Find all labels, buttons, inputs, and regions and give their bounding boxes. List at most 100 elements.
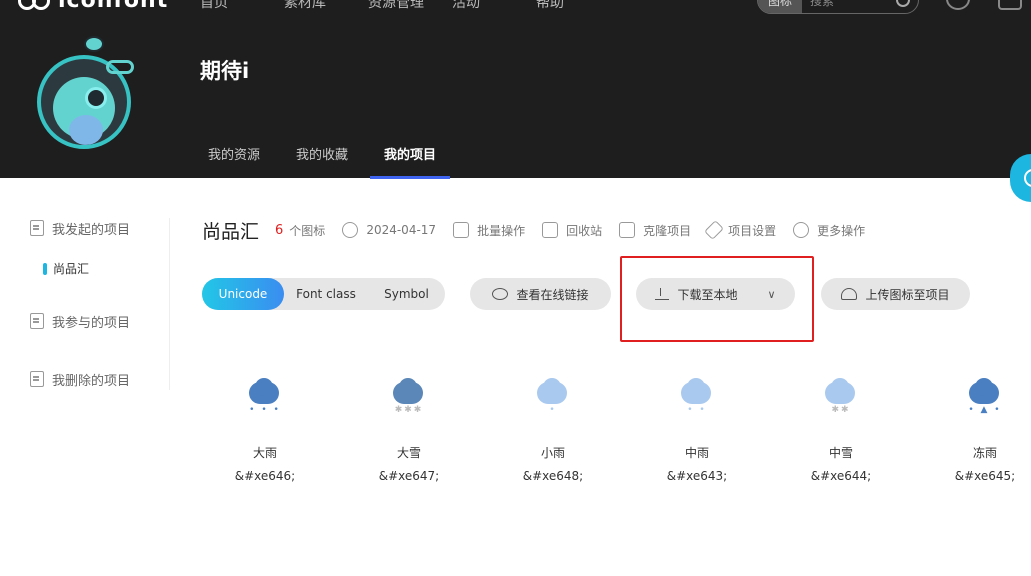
icon-name: 中雪 xyxy=(828,446,853,460)
icon-name: 中雨 xyxy=(684,446,709,460)
icon-code: &#xe644; xyxy=(810,469,872,483)
download-highlight-box xyxy=(620,256,814,342)
icon-count: 6 xyxy=(275,222,284,238)
cloud-shape xyxy=(543,378,561,396)
project-title: 尚品汇 xyxy=(202,220,260,243)
heavy-snow-icon: ✱✱✱ xyxy=(391,376,427,415)
mode-font-class[interactable]: Font class xyxy=(284,278,368,310)
mode-unicode[interactable]: Unicode xyxy=(202,278,284,310)
more-actions-button[interactable]: 更多操作 xyxy=(793,222,865,239)
mode-symbol[interactable]: Symbol xyxy=(368,278,445,310)
avatar-antenna xyxy=(84,36,140,78)
project-date: 2024-04-17 xyxy=(342,222,436,238)
cloud-shape xyxy=(399,378,417,396)
username: 期待i xyxy=(200,59,250,83)
batch-action-label: 批量操作 xyxy=(477,223,526,238)
sidebar-item-label: 我发起的项目 xyxy=(52,222,131,238)
avatar-antenna-loop xyxy=(106,60,134,74)
icon-card[interactable]: ✱✱ 中雪 &#xe644; xyxy=(776,376,906,483)
search-input[interactable]: 搜索 xyxy=(802,0,896,9)
nav-item-resources[interactable]: 资源管理 xyxy=(368,0,452,12)
grid-icon xyxy=(453,222,470,238)
brand-logo[interactable]: iconfont xyxy=(18,0,169,13)
edit-icon xyxy=(704,220,725,240)
sidebar-item-deleted[interactable]: 我删除的项目 xyxy=(30,369,130,389)
avatar-belly xyxy=(69,115,103,145)
icon-code: &#xe645; xyxy=(954,469,1016,483)
logo-text: iconfont xyxy=(58,0,169,13)
nav-item-home[interactable]: 首页 xyxy=(200,0,284,12)
document-icon xyxy=(30,371,44,387)
icon-code: &#xe646; xyxy=(234,469,296,483)
sidebar-subitem-project[interactable]: 尚品汇 xyxy=(43,260,89,277)
moderate-snow-icon: ✱✱ xyxy=(823,376,859,415)
view-online-link-button[interactable]: 查看在线链接 xyxy=(470,278,611,310)
cloud-shape xyxy=(831,378,849,396)
tab-my-resources[interactable]: 我的资源 xyxy=(200,138,268,177)
nav-item-events[interactable]: 活动 xyxy=(452,0,536,12)
icon-name: 大雨 xyxy=(252,446,277,460)
icon-count-label: 个图标 xyxy=(289,223,326,238)
upload-icons-button[interactable]: 上传图标至项目 xyxy=(821,278,970,310)
avatar-antenna-head xyxy=(84,36,104,52)
document-icon xyxy=(30,313,44,329)
icon-card[interactable]: • ▲ • 冻雨 &#xe645; xyxy=(920,376,1031,483)
search-icon[interactable] xyxy=(896,0,910,7)
recycle-bin-button[interactable]: 回收站 xyxy=(542,222,602,239)
precip-marks: • • • xyxy=(249,405,281,415)
search-scope-select[interactable]: 图标 xyxy=(758,0,803,13)
precip-marks: • ▲ • xyxy=(968,405,1002,415)
precip-marks: ✱✱ xyxy=(831,405,851,415)
trash-icon xyxy=(542,222,559,238)
precip-marks: • xyxy=(549,405,557,415)
project-date-text: 2024-04-17 xyxy=(366,223,437,237)
sidebar-item-label: 我参与的项目 xyxy=(52,315,131,331)
upload-cloud-icon[interactable] xyxy=(946,0,970,10)
logo-mark-icon xyxy=(18,0,56,10)
avatar-eye xyxy=(85,87,107,109)
icon-name: 小雨 xyxy=(540,446,565,460)
code-mode-toggle: Unicode Font class Symbol xyxy=(202,278,445,310)
sidebar-item-participated[interactable]: 我参与的项目 xyxy=(30,311,130,331)
clock-icon xyxy=(342,222,359,238)
icon-code: &#xe648; xyxy=(522,469,584,483)
profile-header: iconfont 首页 素材库 资源管理 活动 帮助 图标 搜索 期待i 我的资… xyxy=(0,0,1031,179)
project-settings-label: 项目设置 xyxy=(728,223,777,238)
tab-my-favorites[interactable]: 我的收藏 xyxy=(288,138,356,177)
language-icon[interactable] xyxy=(998,0,1022,10)
clone-icon xyxy=(619,222,636,238)
sidebar-item-initiated[interactable]: 我发起的项目 xyxy=(30,218,130,238)
search-bar[interactable]: 图标 搜索 xyxy=(757,0,919,14)
top-nav: 首页 素材库 资源管理 活动 帮助 xyxy=(200,0,620,12)
cloud-shape xyxy=(975,378,993,396)
icon-card[interactable]: • • 中雨 &#xe643; xyxy=(632,376,762,483)
icon-card[interactable]: • • • 大雨 &#xe646; xyxy=(200,376,330,483)
profile-tabs: 我的资源 我的收藏 我的项目 xyxy=(200,138,464,179)
tab-my-projects[interactable]: 我的项目 xyxy=(370,138,451,179)
clone-project-button[interactable]: 克隆项目 xyxy=(619,222,691,239)
clone-project-label: 克隆项目 xyxy=(643,223,692,238)
nav-item-library[interactable]: 素材库 xyxy=(284,0,368,12)
icon-code: &#xe643; xyxy=(666,469,728,483)
icon-name: 大雪 xyxy=(396,446,421,460)
cloud-shape xyxy=(687,378,705,396)
icon-card[interactable]: ✱✱✱ 大雪 &#xe647; xyxy=(344,376,474,483)
project-header: 尚品汇 6 个图标 2024-04-17 批量操作 回收站 克隆项目 项目设置 … xyxy=(202,218,882,243)
sidebar-item-label: 我删除的项目 xyxy=(52,373,131,389)
view-online-link-label: 查看在线链接 xyxy=(516,287,589,302)
recycle-bin-label: 回收站 xyxy=(566,223,603,238)
document-icon xyxy=(30,220,44,236)
project-sidebar: 我发起的项目 尚品汇 我参与的项目 我删除的项目 xyxy=(30,218,170,390)
cloud-shape xyxy=(255,378,273,396)
nav-item-help[interactable]: 帮助 xyxy=(536,0,620,12)
project-settings-button[interactable]: 项目设置 xyxy=(704,220,777,240)
upload-cloud-icon xyxy=(841,288,858,300)
precip-marks: • • xyxy=(687,405,707,415)
sidebar-subitem-label: 尚品汇 xyxy=(53,262,90,276)
eye-icon xyxy=(492,288,509,300)
batch-action-button[interactable]: 批量操作 xyxy=(453,222,525,239)
icon-grid: • • • 大雨 &#xe646; ✱✱✱ 大雪 &#xe647; • 小雨 &… xyxy=(200,376,1031,486)
more-icon xyxy=(793,222,810,238)
moderate-rain-icon: • • xyxy=(679,376,715,415)
icon-card[interactable]: • 小雨 &#xe648; xyxy=(488,376,618,483)
